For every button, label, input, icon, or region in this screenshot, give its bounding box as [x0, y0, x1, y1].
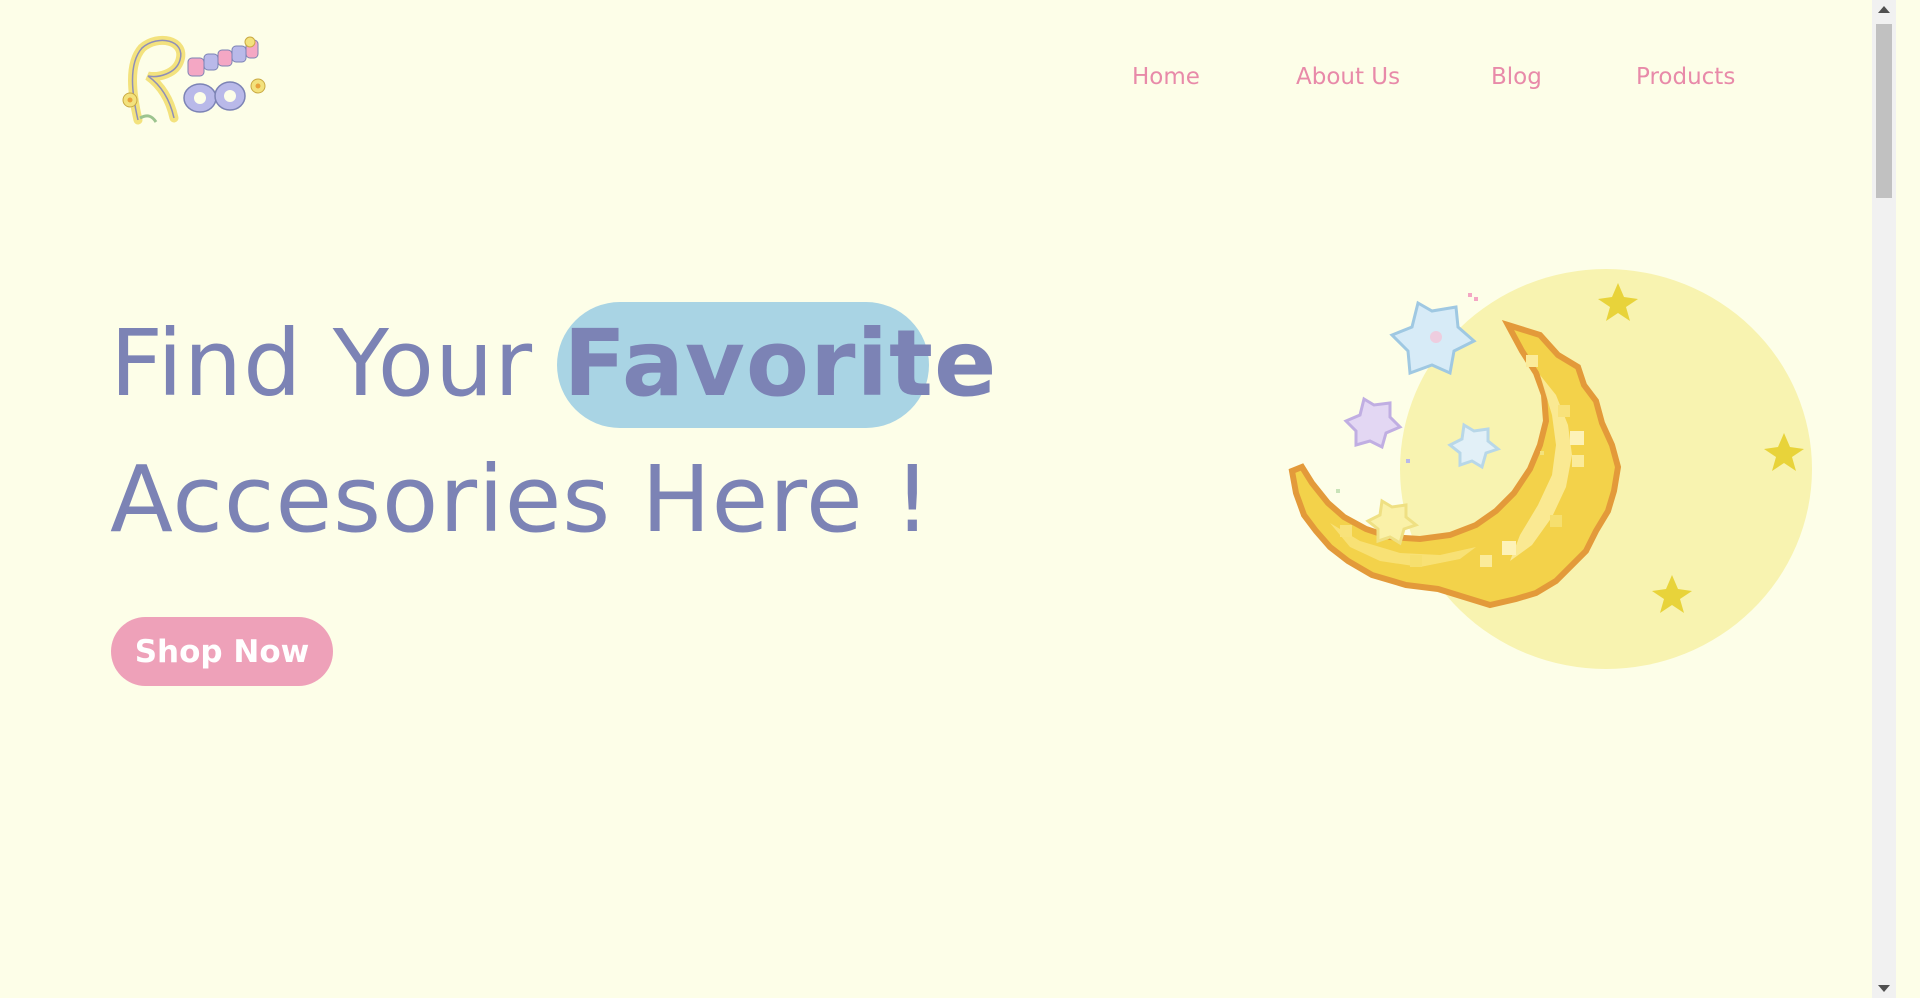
hero-heading-prefix: Find Your	[110, 310, 564, 417]
nav-home-link[interactable]: Home	[1132, 64, 1200, 90]
moon-illustration	[1240, 255, 1820, 725]
main-nav: Home About Us Blog Products	[0, 60, 1896, 100]
hero-heading-highlight-text: Favorite	[563, 310, 998, 417]
scrollbar-thumb[interactable]	[1876, 24, 1892, 198]
nav-products-link[interactable]: Products	[1636, 64, 1735, 90]
scroll-down-arrow-icon[interactable]	[1878, 985, 1890, 992]
purple-star-icon	[1343, 396, 1403, 450]
scroll-up-arrow-icon[interactable]	[1878, 6, 1890, 13]
hero-heading-highlight: Favorite	[557, 302, 997, 428]
hero-heading-line-1: Find Your Favorite	[110, 302, 997, 428]
pixel-moon-icon	[1288, 269, 1812, 669]
nav-blog-link[interactable]: Blog	[1491, 64, 1542, 90]
hero-heading-line-2: Accesories Here !	[110, 446, 932, 553]
vertical-scrollbar[interactable]	[1872, 0, 1896, 998]
page: Home About Us Blog Products Find Your Fa…	[0, 0, 1896, 998]
nav-about-link[interactable]: About Us	[1296, 64, 1400, 90]
shop-now-button[interactable]: Shop Now	[111, 617, 333, 686]
